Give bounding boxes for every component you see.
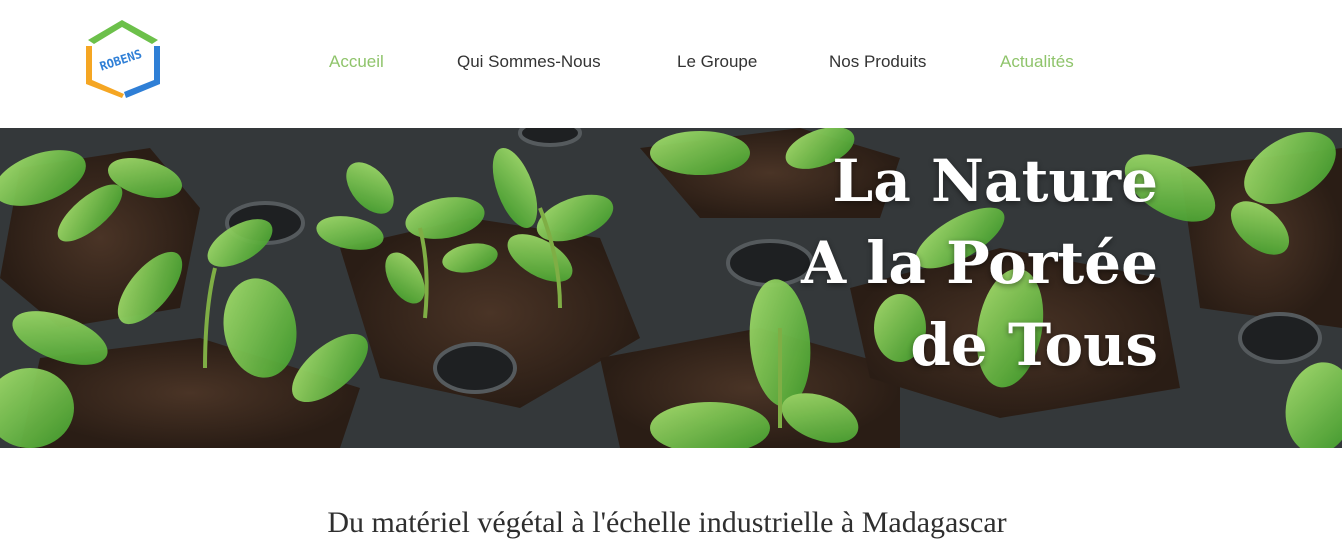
- page-tagline: Du matériel végétal à l'échelle industri…: [327, 506, 1007, 539]
- hero-title-line: A la Portée: [801, 229, 1158, 297]
- nav-item-le-groupe[interactable]: Le Groupe: [677, 52, 757, 72]
- hero-title-line: La Nature: [832, 147, 1158, 215]
- hero-title-line: de Tous: [910, 311, 1158, 379]
- site-header: ROBENS Accueil Qui Sommes-Nous Le Groupe…: [0, 0, 1342, 128]
- nav-item-accueil[interactable]: Accueil: [329, 52, 384, 72]
- nav-item-nos-produits[interactable]: Nos Produits: [829, 52, 926, 72]
- main-nav: Accueil Qui Sommes-Nous Le Groupe Nos Pr…: [0, 52, 1342, 80]
- nav-item-qui-sommes-nous[interactable]: Qui Sommes-Nous: [457, 52, 601, 72]
- hero-title: La Nature A la Portée de Tous: [801, 140, 1158, 386]
- hero-banner: La Nature A la Portée de Tous: [0, 128, 1342, 448]
- nav-item-actualites[interactable]: Actualités: [1000, 52, 1074, 72]
